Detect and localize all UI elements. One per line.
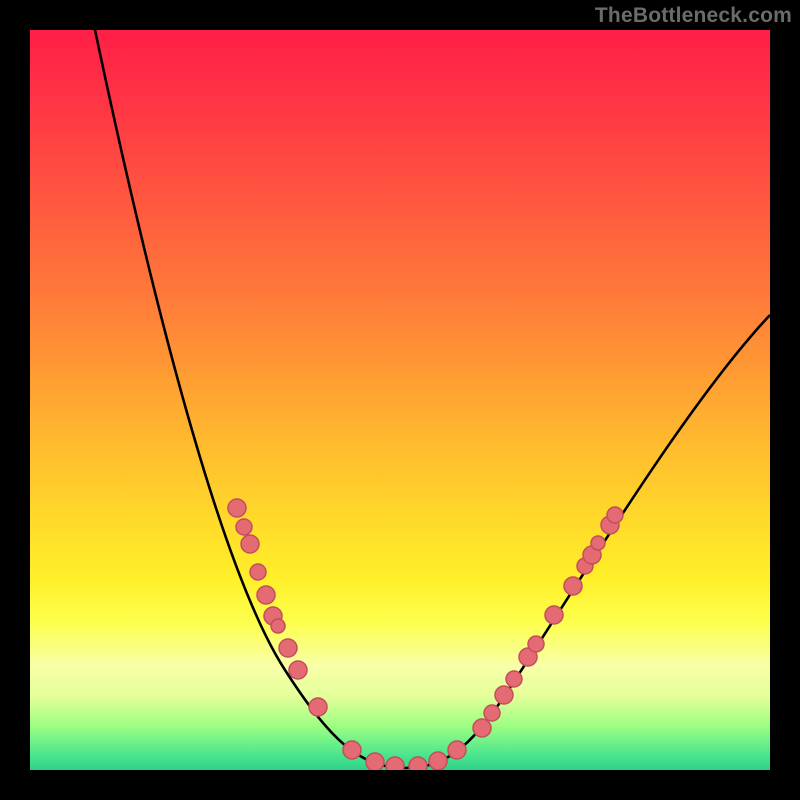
data-marker (257, 586, 275, 604)
data-marker (271, 619, 285, 633)
data-marker (241, 535, 259, 553)
data-marker (429, 752, 447, 770)
data-marker (506, 671, 522, 687)
data-marker (545, 606, 563, 624)
data-marker (309, 698, 327, 716)
chart-frame: TheBottleneck.com (0, 0, 800, 800)
data-marker (591, 536, 605, 550)
data-marker (386, 757, 404, 770)
data-marker (484, 705, 500, 721)
data-marker (279, 639, 297, 657)
data-marker (228, 499, 246, 517)
data-marker (409, 757, 427, 770)
data-marker (448, 741, 466, 759)
data-marker (289, 661, 307, 679)
data-marker (343, 741, 361, 759)
markers-group (228, 499, 623, 770)
data-marker (564, 577, 582, 595)
watermark-text: TheBottleneck.com (595, 4, 792, 28)
plot-area (30, 30, 770, 770)
chart-svg (30, 30, 770, 770)
data-marker (366, 753, 384, 770)
data-marker (528, 636, 544, 652)
bottleneck-curve (95, 30, 770, 768)
data-marker (495, 686, 513, 704)
data-marker (236, 519, 252, 535)
data-marker (250, 564, 266, 580)
data-marker (473, 719, 491, 737)
data-marker (607, 507, 623, 523)
